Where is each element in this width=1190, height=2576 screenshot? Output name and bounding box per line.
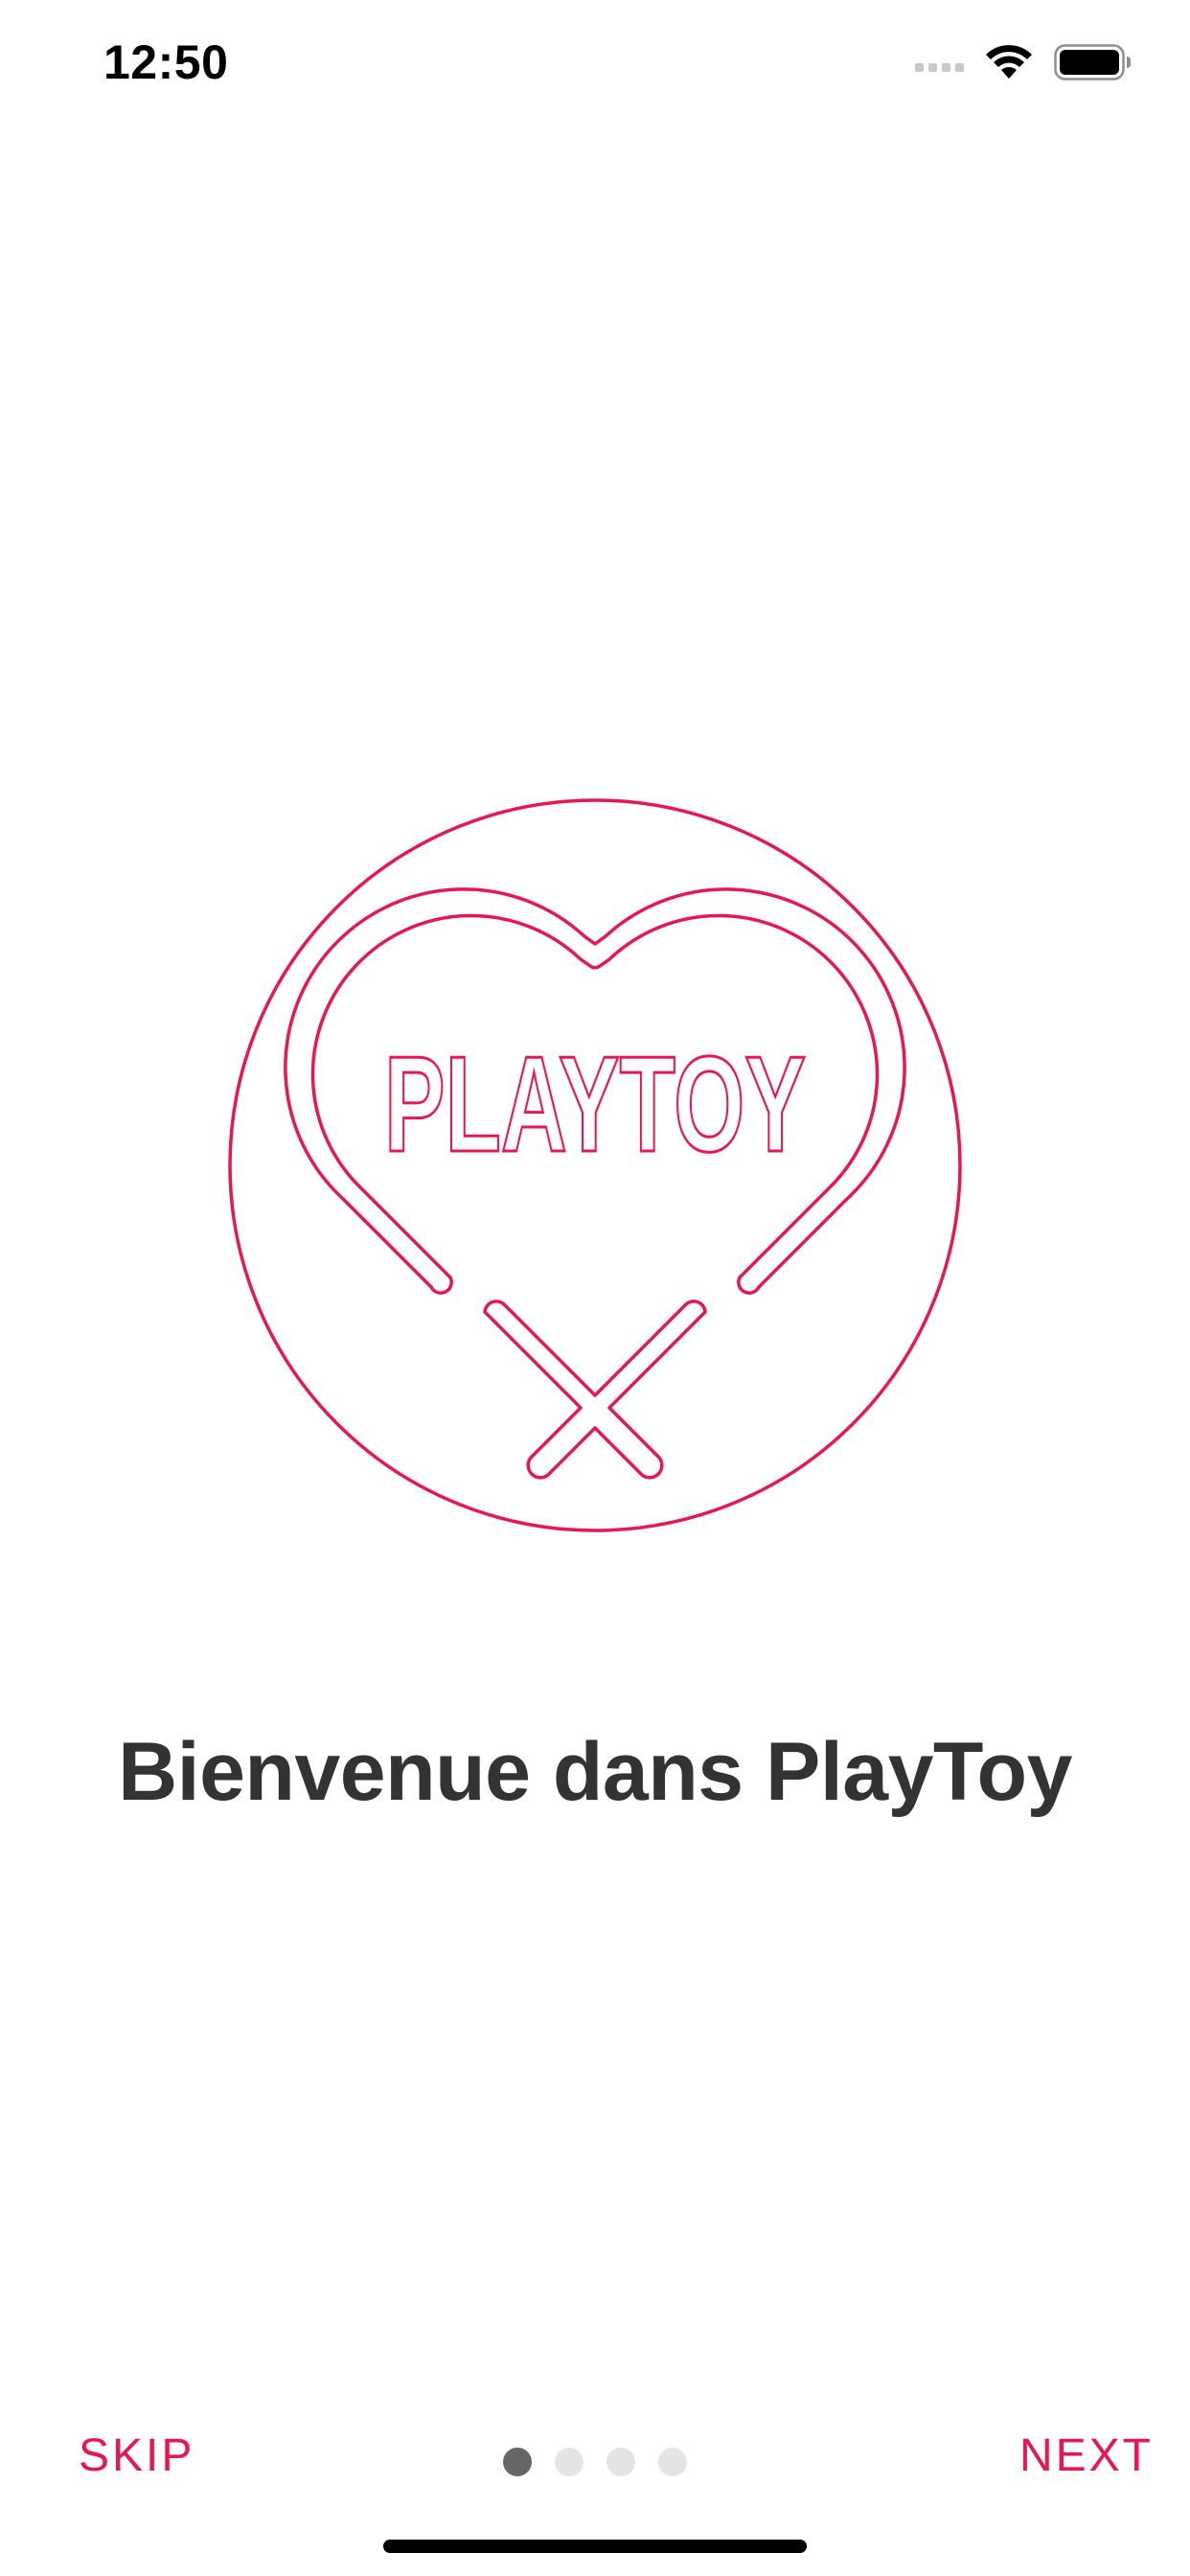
battery-icon (1054, 44, 1133, 80)
signal-dots-icon (915, 53, 964, 72)
playtoy-logo: PLAYTOY (228, 798, 962, 1532)
status-icons (915, 44, 1133, 80)
page-dot-4[interactable] (658, 2448, 687, 2476)
page-indicator[interactable] (0, 2448, 1190, 2476)
wifi-icon (985, 44, 1033, 80)
home-indicator[interactable] (383, 2540, 807, 2553)
next-button[interactable]: NEXT (1019, 2429, 1154, 2482)
page-dot-1[interactable] (503, 2448, 532, 2476)
status-time: 12:50 (103, 35, 229, 89)
page-dot-2[interactable] (555, 2448, 584, 2476)
heart-logo-icon: PLAYTOY (228, 798, 962, 1532)
status-bar: 12:50 (0, 0, 1190, 126)
page-dot-3[interactable] (606, 2448, 635, 2476)
logo-text: PLAYTOY (384, 1028, 806, 1181)
welcome-title: Bienvenue dans PlayToy (118, 1726, 1072, 1818)
